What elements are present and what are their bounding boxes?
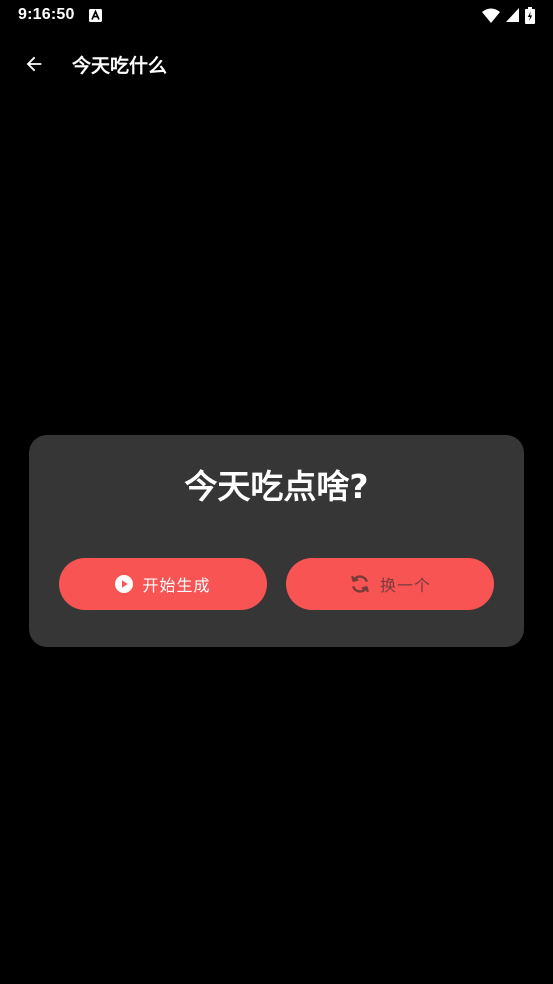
switch-one-button[interactable]: 换一个: [286, 558, 494, 610]
page-title: 今天吃什么: [72, 54, 168, 77]
cell-signal-icon: [506, 8, 519, 22]
back-button[interactable]: [14, 44, 54, 84]
card-title: 今天吃点啥?: [184, 467, 369, 506]
status-right: [482, 6, 535, 24]
switch-one-label: 换一个: [379, 576, 431, 595]
battery-charging-icon: [525, 6, 535, 24]
start-generate-label: 开始生成: [142, 576, 211, 595]
status-left: 9:16:50: [18, 6, 102, 24]
start-generate-button[interactable]: 开始生成: [59, 558, 267, 610]
refresh-icon: [349, 573, 371, 595]
arrow-left-icon: [23, 53, 45, 75]
dialog-card: 今天吃点啥? 开始生成 换一个: [29, 435, 524, 647]
play-circle-icon: [115, 575, 134, 593]
accessibility-a-icon: [88, 8, 102, 22]
wifi-icon: [482, 8, 500, 23]
status-bar: 9:16:50: [0, 0, 553, 30]
status-time: 9:16:50: [18, 6, 75, 23]
app-bar: 今天吃什么: [0, 36, 553, 92]
